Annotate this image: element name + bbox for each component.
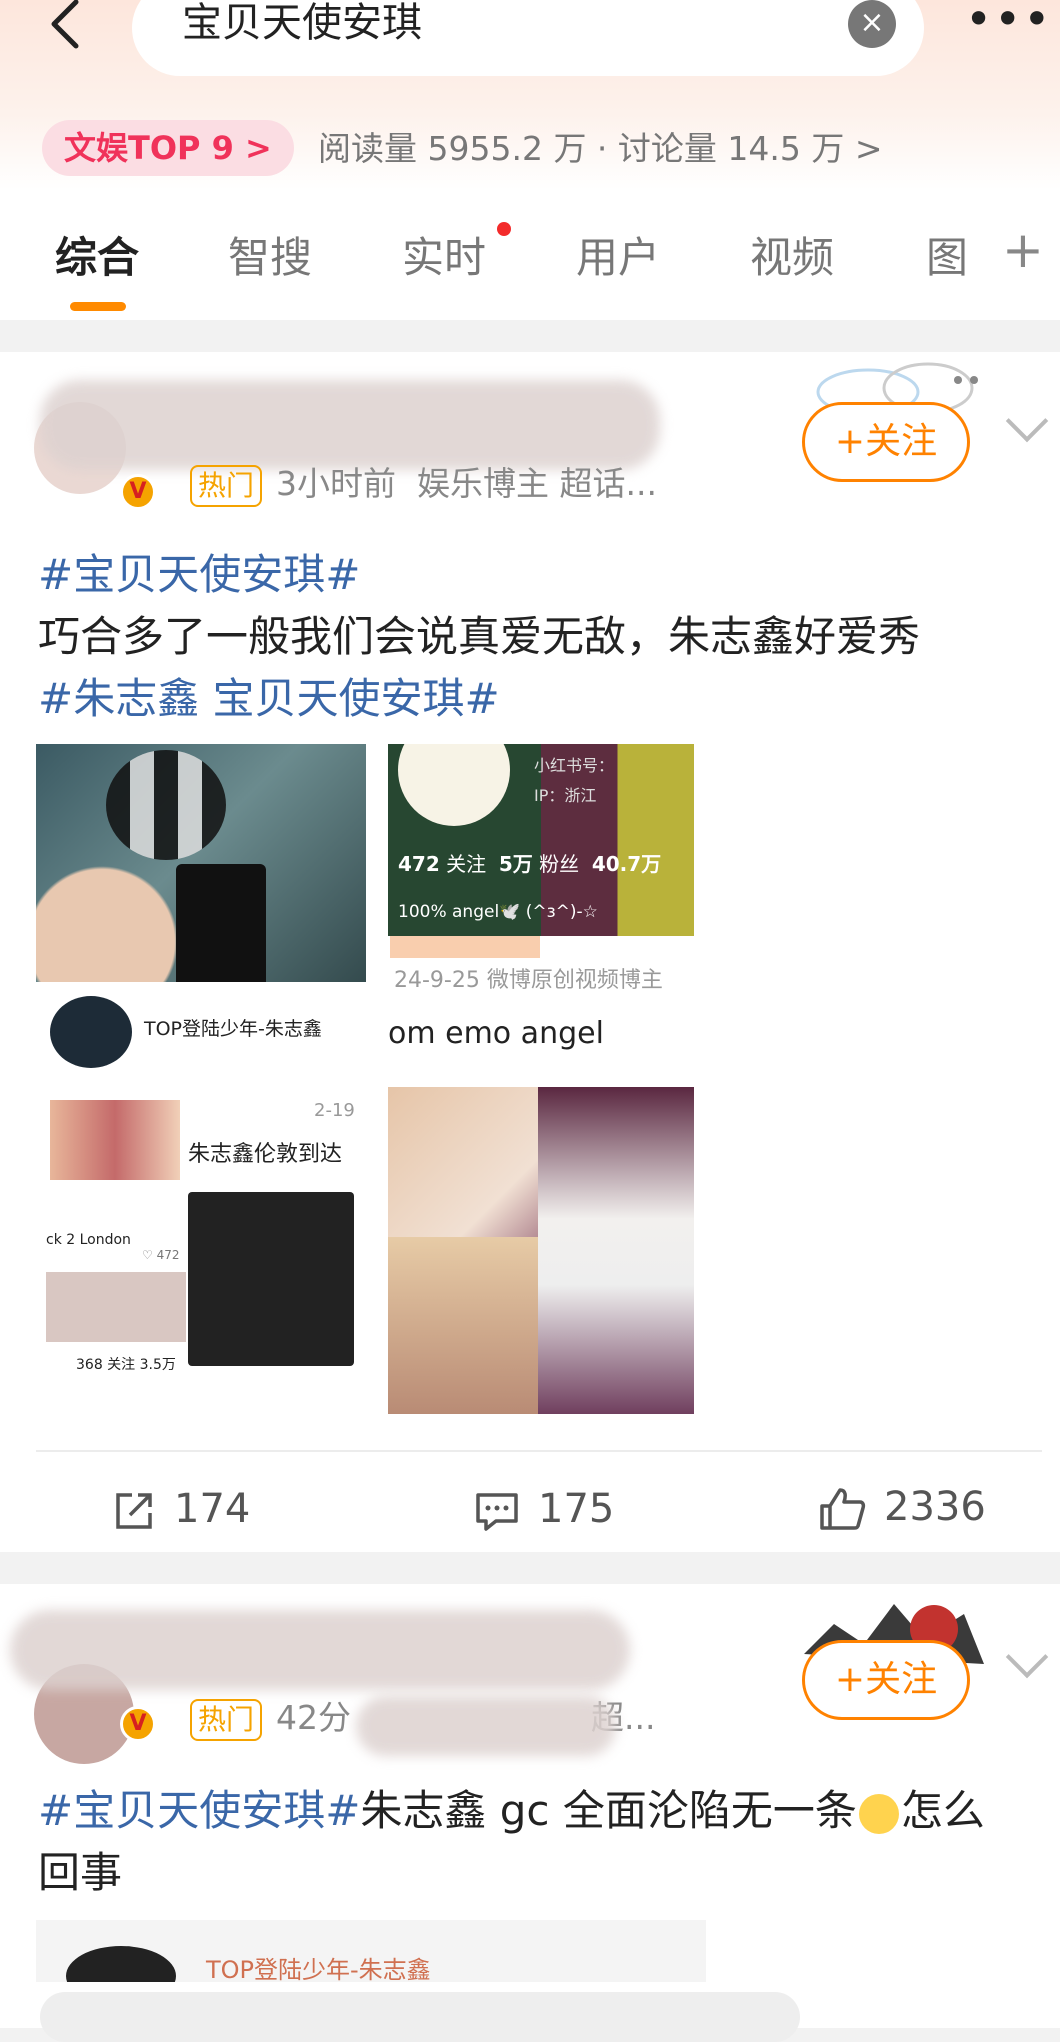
mosaic-blur [106,750,226,860]
post-card-2: V 热门 42分 超... +关注 #宝贝天使安琪#朱志鑫 gc 全面沦陷无一条 怎么… [0,1584,1060,1984]
comment-button[interactable]: 175 [474,1484,614,1534]
post-image-4[interactable] [388,1087,694,1414]
share-icon [116,1493,152,1529]
like-count: 2336 [884,1484,986,1530]
image-3-nums: 368 关注 3.5万 [76,1357,176,1373]
post-body-2a: 朱志鑫 gc 全面沦陷无一条 [360,1786,857,1835]
post-image-2-lower[interactable]: 24-9-25 微博原创视频博主 om emo angel [388,936,694,1074]
post-image-1[interactable]: TOP登陆少年-朱志鑫 [36,744,366,1074]
post-body-2b: 怎么 [900,1786,985,1835]
comment-count: 175 [538,1486,615,1532]
post-text: #宝贝天使安琪# 巧合多了一般我们会说真爱无敌，朱志鑫好爱秀 #朱志鑫 宝贝天使… [38,544,920,730]
post-source: 娱乐博主 超话... [417,464,657,503]
image-date: 24-9-25 微博原创视频博主 [394,968,663,993]
bottom-input[interactable] [40,1992,800,2042]
blurred-username-2 [10,1610,630,1690]
astonished-emoji-icon [858,1793,899,1834]
post-image-2[interactable]: 小红书号： IP：浙江 472 关注 5万 粉丝 40.7万 100% ange… [388,744,694,936]
blurred-username [40,380,660,470]
post-image-3[interactable]: 2-19 朱志鑫伦敦到达 ck 2 London ♡ 472 368 关注 3.… [36,1092,366,1422]
chevron-down-icon[interactable] [1005,399,1049,443]
tab-video[interactable]: 视频 [750,230,834,286]
share-count: 174 [174,1486,251,1532]
topic-tag-3[interactable]: #宝贝天使安琪# [38,1786,360,1835]
rank-badge[interactable]: 文娱TOP 9 > [42,120,294,176]
image-bio: 100% angel🕊️ (^з^)-☆ [398,902,598,922]
post-time-2: 42分 [276,1698,352,1737]
tab-realtime[interactable]: 实时 [402,230,486,286]
search-bar[interactable]: 宝贝天使安琪 × [132,0,924,76]
share-button[interactable]: 174 [112,1484,250,1534]
more-icon[interactable]: ••• [965,0,1052,42]
comment-icon [476,1493,518,1531]
image-line: om emo angel [388,1016,604,1051]
follow-button[interactable]: +关注 [802,402,970,482]
tab-bar: 综合 智搜 实时 用户 视频 图 + [0,190,1060,320]
topic-tag-2[interactable]: #朱志鑫 宝贝天使安琪# [38,668,920,730]
back-icon[interactable] [44,0,94,52]
follow-button-2[interactable]: +关注 [802,1640,970,1720]
chevron-down-icon-2[interactable] [1005,1635,1049,1679]
image-ip: IP：浙江 [534,786,597,805]
thumbs-up-icon [820,1488,866,1530]
topic-tag[interactable]: #宝贝天使安琪# [38,544,920,606]
add-tab-icon[interactable]: + [1002,222,1044,278]
image-3-likes: ♡ 472 [142,1248,180,1262]
post-meta: 热门 3小时前 娱乐博主 超话... [190,462,657,507]
like-button[interactable]: 2336 [818,1482,986,1532]
tab-users[interactable]: 用户 [576,230,660,286]
topic-stats[interactable]: 阅读量 5955.2 万 · 讨论量 14.5 万 > [318,126,883,172]
image-3-title: 朱志鑫伦敦到达 [188,1142,343,1167]
unread-dot [497,222,511,236]
active-tab-indicator [70,302,126,311]
bottom-bar [0,1982,1060,2042]
tab-images[interactable]: 图 [926,230,968,286]
verified-badge-icon: V [120,474,156,510]
image-3-sub: ck 2 London [46,1232,131,1248]
verified-badge-icon-2: V [120,1706,156,1742]
top-header: 宝贝天使安琪 × ••• 文娱TOP 9 > 阅读量 5955.2 万 · 讨论… [0,0,1060,190]
post-card: V 热门 3小时前 娱乐博主 超话... +关注 #宝贝天使安琪# 巧合多了一般我… [0,352,1060,1552]
image-xhs-id: 小红书号： [534,756,615,775]
blurred-meta-2 [356,1696,616,1756]
image-profile-stats: 472 关注 5万 粉丝 40.7万 [398,852,662,876]
post-body-2c: 回事 [38,1848,123,1897]
clear-icon[interactable]: × [848,0,896,48]
preview-caption: TOP登陆少年-朱志鑫 [206,1956,431,1984]
image-caption: TOP登陆少年-朱志鑫 [144,1018,322,1040]
post-time: 3小时前 [276,464,397,503]
hot-label-2: 热门 [190,1699,263,1741]
hot-label: 热门 [190,465,263,507]
action-divider [36,1450,1042,1452]
preview-image[interactable]: TOP登陆少年-朱志鑫 [36,1920,706,1984]
tab-smart-search[interactable]: 智搜 [228,230,312,286]
search-input[interactable]: 宝贝天使安琪 [182,0,422,48]
post-body: 巧合多了一般我们会说真爱无敌，朱志鑫好爱秀 [38,612,921,661]
tab-comprehensive[interactable]: 综合 [55,230,139,286]
post-text-2: #宝贝天使安琪#朱志鑫 gc 全面沦陷无一条 怎么 回事 [38,1780,1018,1904]
image-3-date: 2-19 [314,1100,355,1121]
